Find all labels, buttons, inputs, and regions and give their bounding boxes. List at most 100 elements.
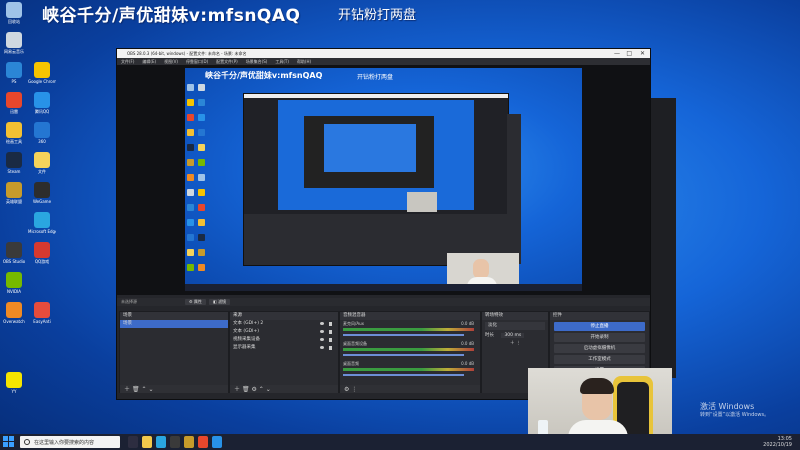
desktop-icon[interactable]: 绘画工具 (0, 122, 28, 144)
app-icon (6, 302, 22, 318)
obs-menu-item[interactable]: 视图(V) (164, 59, 178, 64)
task-view-icon[interactable] (128, 436, 138, 448)
move-down-icon[interactable]: ⌄ (266, 386, 271, 393)
preview-desktop-icon (187, 189, 194, 196)
desktop-icon[interactable]: 腾讯QQ (28, 92, 56, 114)
move-up-icon[interactable]: ⌃ (259, 386, 264, 393)
obs-taskbar-icon[interactable] (170, 436, 180, 448)
system-clock[interactable]: 13:05 2022/10/19 (763, 436, 792, 448)
source-settings-icon[interactable]: ⚙ (251, 386, 256, 393)
transition-type[interactable]: 淡化 (485, 322, 545, 330)
visibility-eye-icon[interactable] (320, 346, 324, 349)
preview-desktop-icon (187, 234, 194, 241)
volume-slider[interactable] (343, 334, 464, 336)
filters-button[interactable]: ◧ 滤镜 (209, 299, 231, 305)
desktop-icon-label: YY (11, 389, 17, 394)
desktop-icon[interactable]: Google Chrome (28, 62, 56, 84)
edge-icon[interactable] (156, 436, 166, 448)
preview-desktop-icon (198, 129, 205, 136)
obs-menu-item[interactable]: 配置文件(P) (216, 59, 238, 64)
qq-taskbar-icon[interactable] (212, 436, 222, 448)
game-taskbar-icon[interactable] (184, 436, 194, 448)
remove-scene-icon[interactable]: 🗑 (132, 386, 140, 393)
properties-button[interactable]: ⚙ 属性 (185, 299, 206, 305)
app-icon (34, 92, 50, 108)
lock-icon[interactable] (329, 338, 332, 342)
preview-desktop-icon (198, 204, 205, 211)
volume-slider[interactable] (343, 374, 464, 376)
close-icon[interactable]: ✕ (640, 49, 645, 58)
mixer-channels: 麦克风/Aux 0.0 dB 桌面音频设备 0.0 dB 桌面音频 0.0 dB (340, 320, 480, 380)
transition-menu-icon[interactable]: ⋮ (516, 341, 521, 346)
preview-desktop-icon (198, 219, 205, 226)
visibility-eye-icon[interactable] (320, 322, 324, 325)
audio-mixer-dock: 音频混音器 麦克风/Aux 0.0 dB 桌面音频设备 0.0 dB 桌面音频 0.0 d… (339, 311, 481, 395)
preview-desktop-icon (198, 234, 205, 241)
mixer-settings-icon[interactable]: ⚙ (344, 386, 349, 393)
move-up-icon[interactable]: ⌃ (141, 386, 146, 393)
desktop-icon[interactable]: Overwatch (0, 302, 28, 324)
lock-icon[interactable] (329, 346, 332, 350)
control-button[interactable]: 工作室模式 (554, 355, 645, 364)
desktop-icon[interactable]: 网易云音乐 (0, 32, 28, 54)
obs-menu-item[interactable]: 文件(F) (121, 59, 134, 64)
source-item[interactable]: 文本 (GDI+) 2 (230, 320, 338, 328)
desktop-icon[interactable]: Steam (0, 152, 28, 174)
desktop-icon-label: Google Chrome (28, 79, 56, 84)
add-source-icon[interactable]: ＋ (234, 386, 240, 393)
sources-header: 来源 (230, 312, 338, 320)
desktop-icon[interactable]: 迅雷 (0, 92, 28, 114)
mixer-menu-icon[interactable]: ⋮ (351, 386, 357, 393)
desktop-icon[interactable]: OBS Studio (0, 242, 28, 264)
desktop-icon[interactable]: NVIDIA (0, 272, 28, 294)
desktop-icon[interactable]: 英雄联盟 (0, 182, 28, 204)
obs-menu-item[interactable]: 编辑(E) (142, 59, 156, 64)
lock-icon[interactable] (329, 330, 332, 334)
visibility-eye-icon[interactable] (320, 330, 324, 333)
desktop-icon[interactable]: 回收站 (0, 2, 28, 24)
transition-duration[interactable]: 时长 300 ms (482, 332, 548, 340)
channel-name: 麦克风/Aux (343, 321, 364, 326)
lock-icon[interactable] (329, 322, 332, 326)
control-button[interactable]: 停止直播 (554, 322, 645, 331)
minimize-icon[interactable]: — (614, 49, 620, 58)
start-button[interactable] (3, 436, 15, 448)
taskbar-search[interactable]: 在这里输入你要搜索的内容 (20, 436, 120, 448)
obs-menu-bar: 文件(F) 编辑(E) 视图(V) 停靠窗口(D) 配置文件(P) 场景集合(S) 工具(T… (117, 58, 650, 65)
obs-menu-item[interactable]: 场景集合(S) (246, 59, 268, 64)
scene-item[interactable]: 场景 (120, 320, 228, 328)
desktop-icon[interactable]: EasyAnti (28, 302, 56, 324)
obs-preview[interactable]: 峡谷千分/声优甜妹v:mfsnQAQ 开钻粉打两盘 (117, 65, 650, 295)
desktop-icon-label: PS (11, 79, 17, 84)
source-item[interactable]: 显示器采集 (230, 344, 338, 352)
desktop-icon[interactable]: 文件 (28, 152, 56, 174)
obs-menu-item[interactable]: 工具(T) (275, 59, 289, 64)
maximize-icon[interactable]: □ (626, 49, 632, 58)
desktop-icon[interactable]: Microsoft Edge (28, 212, 56, 234)
mixer-channel: 麦克风/Aux 0.0 dB (340, 320, 480, 340)
preview-desktop-icon (187, 174, 194, 181)
move-down-icon[interactable]: ⌄ (148, 386, 153, 393)
control-button[interactable]: 启动虚拟摄像机 (554, 344, 645, 353)
file-explorer-icon[interactable] (142, 436, 152, 448)
source-item[interactable]: 视频采集设备 (230, 336, 338, 344)
obs-menu-item[interactable]: 帮助(H) (297, 59, 311, 64)
add-scene-icon[interactable]: ＋ (124, 386, 130, 393)
source-item[interactable]: 文本 (GDI+) (230, 328, 338, 336)
remove-source-icon[interactable]: 🗑 (242, 386, 250, 393)
desktop-icon[interactable]: 360 (28, 122, 56, 144)
desktop-icon[interactable]: PS (0, 62, 28, 84)
mixer-header: 音频混音器 (340, 312, 480, 320)
desktop-icon-label: NVIDIA (7, 289, 21, 294)
control-button[interactable]: 开始录制 (554, 333, 645, 342)
obs-title-bar[interactable]: OBS 28.0.3 (64-bit, windows) - 配置文件: 未命名… (117, 49, 650, 58)
visibility-eye-icon[interactable] (320, 338, 324, 341)
obs-menu-item[interactable]: 停靠窗口(D) (186, 59, 208, 64)
desktop-icon[interactable]: QQ游戏 (28, 242, 56, 264)
preview-desktop-icon (198, 264, 205, 271)
desktop-icon[interactable]: WeGame (28, 182, 56, 204)
volume-slider[interactable] (343, 354, 464, 356)
app-taskbar-icon[interactable] (198, 436, 208, 448)
add-transition-icon[interactable]: ＋ (510, 341, 515, 346)
desktop-icon[interactable]: YY (0, 372, 28, 394)
